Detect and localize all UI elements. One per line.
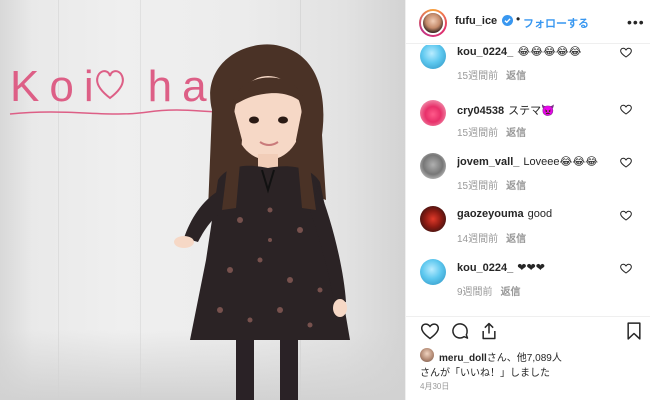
comment-time: 15週間前 — [457, 71, 499, 82]
header-separator: • — [516, 12, 521, 26]
share-icon[interactable] — [479, 321, 499, 341]
more-horizontal-icon[interactable]: ••• — [627, 14, 645, 30]
comment-meta: 15週間前 返信 — [457, 67, 526, 82]
author-avatar[interactable] — [419, 9, 447, 37]
woman-figure — [174, 44, 350, 400]
commenter-avatar[interactable] — [420, 259, 446, 285]
post-header: fufu_ice • フォローする ••• — [406, 0, 650, 44]
follow-button[interactable]: フォローする — [523, 15, 589, 31]
reply-button[interactable]: 返信 — [501, 287, 521, 298]
reply-button[interactable]: 返信 — [506, 71, 526, 82]
comment-text: kou_0224_ 😂😂😂😂😂 — [457, 46, 582, 58]
comment-time: 15週間前 — [457, 181, 499, 192]
likes-count-text[interactable]: さん、他7,089人 — [487, 353, 562, 364]
comment-username[interactable]: jovem_vall_ — [457, 156, 519, 168]
logo-heart-icon — [96, 70, 124, 100]
comment-text: jovem_vall_ Loveee😂😂😂 — [457, 156, 599, 168]
comment-item: cry04538 ステマ👿 15週間前 返信 — [406, 100, 650, 154]
comment-like-heart-icon[interactable] — [620, 263, 632, 274]
author-username[interactable]: fufu_ice — [455, 15, 497, 27]
commenter-avatar[interactable] — [420, 45, 446, 69]
post-actions: meru_dollさん、他7,089人 さんが「いいね！」しました 4月30日 — [406, 316, 650, 400]
comment-text: kou_0224_ ❤❤❤ — [457, 262, 545, 274]
comment-like-heart-icon[interactable] — [620, 47, 632, 58]
comment-time: 15週間前 — [457, 128, 499, 139]
heart-icon[interactable] — [420, 321, 440, 341]
comment-icon[interactable] — [450, 321, 470, 341]
comment-like-heart-icon[interactable] — [620, 104, 632, 115]
comment-username[interactable]: cry04538 — [457, 105, 504, 117]
comment-item: kou_0224_ 😂😂😂😂😂 15週間前 返信 — [406, 45, 650, 97]
post-date[interactable]: 4月30日 — [420, 381, 449, 392]
comment-meta: 15週間前 返信 — [457, 124, 526, 139]
comment-text: cry04538 ステマ👿 — [457, 105, 555, 117]
comment-meta: 9週間前 返信 — [457, 283, 521, 298]
post-sidebar: fufu_ice • フォローする ••• kou_0224_ 😂😂😂😂😂 15週… — [405, 0, 650, 400]
comment-meta: 14週間前 返信 — [457, 230, 526, 245]
comment-username[interactable]: kou_0224_ — [457, 46, 513, 58]
liker-username[interactable]: meru_doll — [439, 353, 487, 364]
comment-time: 14週間前 — [457, 234, 499, 245]
commenter-avatar[interactable] — [420, 206, 446, 232]
comment-time: 9週間前 — [457, 287, 493, 298]
comment-username[interactable]: gaozeyouma — [457, 208, 524, 220]
comment-text: gaozeyouma good — [457, 208, 553, 220]
comment-item: jovem_vall_ Loveee😂😂😂 15週間前 返信 — [406, 153, 650, 207]
likes-line-1: meru_dollさん、他7,089人 — [439, 349, 562, 364]
likes-summary: meru_dollさん、他7,089人 さんが「いいね！」しました — [420, 347, 640, 379]
likes-line-2: さんが「いいね！」しました — [420, 368, 550, 379]
comment-item: gaozeyouma good 14週間前 返信 — [406, 206, 650, 260]
comment-like-heart-icon[interactable] — [620, 157, 632, 168]
comment-meta: 15週間前 返信 — [457, 177, 526, 192]
comment-like-heart-icon[interactable] — [620, 210, 632, 221]
comments-list[interactable]: kou_0224_ 😂😂😂😂😂 15週間前 返信 cry04538 ステマ👿 15週間… — [406, 45, 650, 315]
comment-item: kou_0224_ ❤❤❤ 9週間前 返信 — [406, 259, 650, 313]
bookmark-icon[interactable] — [624, 321, 644, 341]
liker-avatar[interactable] — [420, 348, 434, 362]
comment-username[interactable]: kou_0224_ — [457, 262, 513, 274]
reply-button[interactable]: 返信 — [506, 234, 526, 245]
verified-badge-icon — [502, 15, 513, 26]
commenter-avatar[interactable] — [420, 153, 446, 179]
commenter-avatar[interactable] — [420, 100, 446, 126]
reply-button[interactable]: 返信 — [506, 128, 526, 139]
post-photo[interactable]: Koihada — [0, 0, 405, 400]
reply-button[interactable]: 返信 — [506, 181, 526, 192]
